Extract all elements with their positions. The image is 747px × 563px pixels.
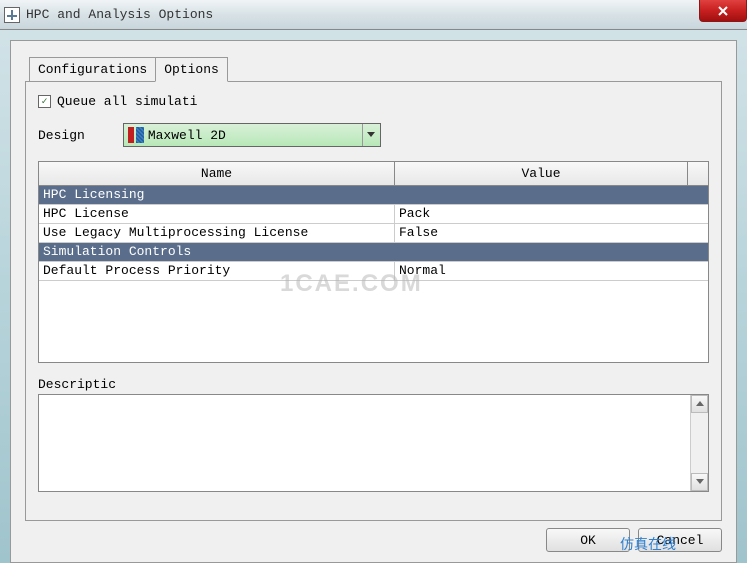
- grid-section-simulation-controls[interactable]: Simulation Controls: [39, 243, 708, 262]
- grid-section-hpc-licensing[interactable]: HPC Licensing: [39, 186, 708, 205]
- queue-checkbox[interactable]: ✓: [38, 95, 51, 108]
- grid-header: Name Value: [39, 162, 708, 186]
- tab-row: Configurations Options: [29, 57, 722, 81]
- cancel-button[interactable]: Cancel: [638, 528, 722, 552]
- grid-row-hpc-license[interactable]: HPC License Pack: [39, 205, 708, 224]
- dropdown-arrow: [362, 124, 380, 146]
- dialog-buttons: OK Cancel: [546, 528, 722, 552]
- chevron-up-icon: [696, 401, 704, 407]
- grid-cell-value[interactable]: Normal: [395, 262, 708, 280]
- grid-header-spacer: [688, 162, 708, 185]
- window-title: HPC and Analysis Options: [26, 7, 213, 22]
- queue-checkbox-row: ✓ Queue all simulati: [38, 94, 709, 109]
- scrollbar-up-button[interactable]: [691, 395, 708, 413]
- design-select[interactable]: Maxwell 2D: [123, 123, 381, 147]
- grid-row-default-priority[interactable]: Default Process Priority Normal: [39, 262, 708, 281]
- titlebar: HPC and Analysis Options: [0, 0, 747, 30]
- description-scrollbar[interactable]: [690, 395, 708, 491]
- scrollbar-down-button[interactable]: [691, 473, 708, 491]
- maxwell-icon: [128, 127, 144, 143]
- grid-header-value[interactable]: Value: [395, 162, 688, 185]
- ok-button[interactable]: OK: [546, 528, 630, 552]
- chevron-down-icon: [696, 479, 704, 485]
- grid-cell-value[interactable]: Pack: [395, 205, 708, 223]
- close-button[interactable]: [699, 0, 747, 22]
- grid-cell-value[interactable]: False: [395, 224, 708, 242]
- tabs-container: Configurations Options ✓ Queue all simul…: [25, 57, 722, 521]
- dialog-body: Configurations Options ✓ Queue all simul…: [10, 40, 737, 563]
- chevron-down-icon: [367, 132, 375, 138]
- grid-cell-value: [395, 243, 708, 261]
- design-label: Design: [38, 128, 85, 143]
- tab-configurations[interactable]: Configurations: [29, 57, 156, 81]
- app-icon: [4, 7, 20, 23]
- tab-options[interactable]: Options: [155, 57, 228, 82]
- grid-cell-name: Use Legacy Multiprocessing License: [39, 224, 395, 242]
- description-label: Descriptic: [38, 377, 709, 392]
- queue-checkbox-label: Queue all simulati: [57, 94, 197, 109]
- design-select-value: Maxwell 2D: [148, 128, 362, 143]
- options-grid: Name Value HPC Licensing HPC License Pac…: [38, 161, 709, 363]
- grid-cell-name: HPC Licensing: [39, 186, 395, 204]
- tab-content: ✓ Queue all simulati Design Maxwell 2D: [25, 81, 722, 521]
- design-row: Design Maxwell 2D: [38, 123, 709, 147]
- description-box[interactable]: [38, 394, 709, 492]
- grid-cell-name: Simulation Controls: [39, 243, 395, 261]
- grid-cell-value: [395, 186, 708, 204]
- grid-row-legacy-multiprocessing[interactable]: Use Legacy Multiprocessing License False: [39, 224, 708, 243]
- grid-cell-name: Default Process Priority: [39, 262, 395, 280]
- grid-header-name[interactable]: Name: [39, 162, 395, 185]
- grid-cell-name: HPC License: [39, 205, 395, 223]
- close-icon: [717, 5, 729, 17]
